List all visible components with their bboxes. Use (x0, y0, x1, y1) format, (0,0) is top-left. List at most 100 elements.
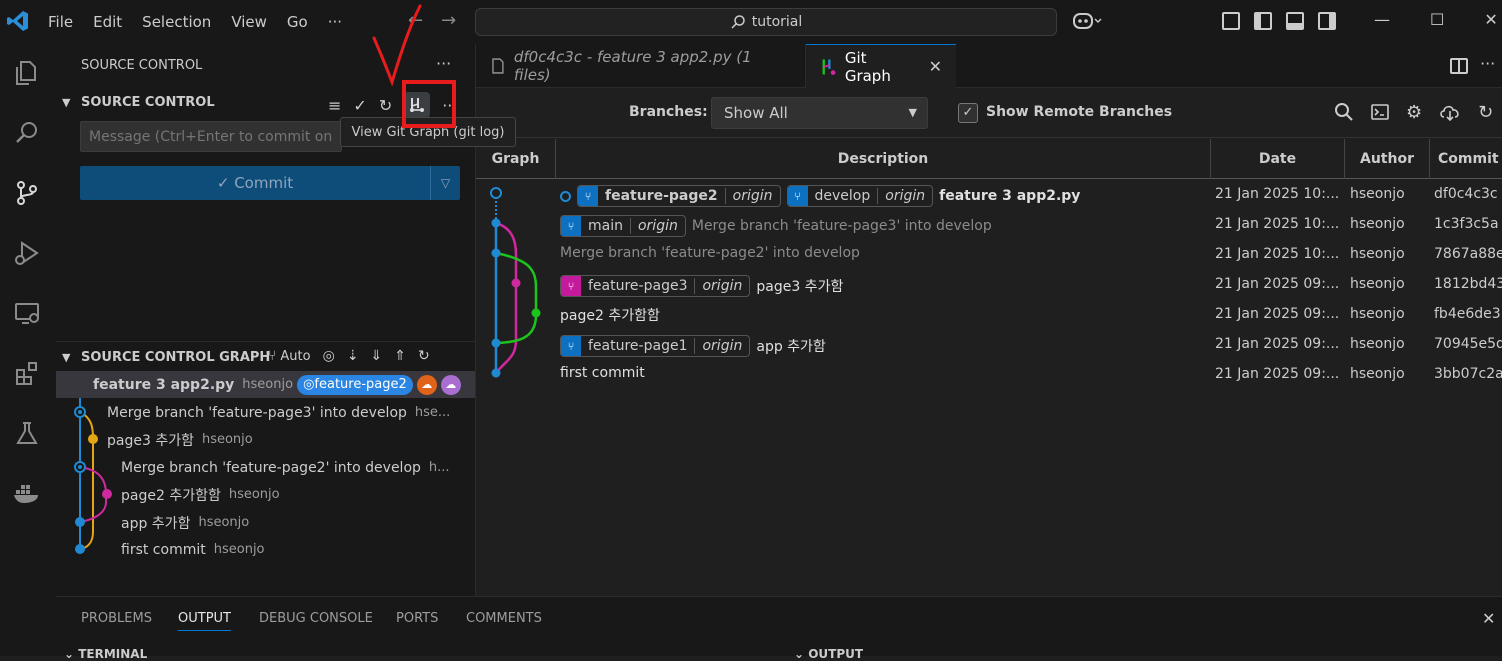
commit-author: hseonjo (1350, 276, 1405, 292)
branches-dropdown[interactable]: Show All ▼ (711, 97, 928, 129)
toggle-sidebar-icon[interactable] (1254, 12, 1272, 30)
show-remote-checkbox[interactable]: ✓ (958, 103, 978, 123)
close-tab-icon[interactable]: ✕ (929, 57, 942, 76)
branch-ref-badge[interactable]: ⑂ feature-page1 origin (560, 335, 751, 357)
copilot-icon[interactable] (1072, 11, 1102, 35)
command-center[interactable]: tutorial (475, 8, 1057, 36)
output-section-label: ⌄ OUTPUT (794, 647, 864, 661)
menu-view[interactable]: View (231, 13, 267, 31)
activity-bar (0, 44, 56, 656)
source-control-section-header[interactable]: ▼ SOURCE CONTROL (62, 91, 215, 113)
fetch-icon[interactable]: ⇣ (347, 348, 359, 364)
scg-commit-author: hseonjo (228, 487, 280, 502)
toggle-secondary-sidebar-icon[interactable] (1318, 12, 1336, 30)
tab-git-graph[interactable]: Git Graph ✕ (806, 44, 956, 88)
menu-edit[interactable]: Edit (93, 13, 122, 31)
tab-git-graph-label: Git Graph (844, 48, 891, 85)
menu-file[interactable]: File (48, 13, 73, 31)
scg-commit-row[interactable]: app 추가함 hseonjo (56, 509, 475, 536)
graph-refresh-icon[interactable]: ↻ (418, 348, 430, 364)
branch-ref-badge[interactable]: ⑂ feature-page2 origin (577, 185, 781, 207)
git-graph-row[interactable]: ⑂ main origin Merge branch 'feature-page3' … (476, 210, 1502, 240)
customize-layout-icon[interactable] (1222, 12, 1240, 30)
tab-commit-diff[interactable]: df0c4c3c - feature 3 app2.py (1 files) (476, 44, 806, 88)
testing-flask-icon[interactable] (10, 416, 44, 450)
branch-ref-badge[interactable]: ⑂ feature-page3 origin (560, 275, 751, 297)
commit-author: hseonjo (1350, 216, 1405, 232)
docker-icon[interactable] (10, 476, 44, 510)
panel-tab-ports[interactable]: PORTS (396, 611, 438, 626)
search-view-icon[interactable] (10, 116, 44, 150)
branch-ref-name: main (588, 218, 623, 234)
git-graph-row[interactable]: page2 추가함함 21 Jan 2025 09:... hseonjo fb4e6… (476, 300, 1502, 330)
col-commit[interactable]: Commit (1430, 139, 1502, 179)
git-graph-row[interactable]: ⑂ feature-page1 origin app 추가함 21 Jan 2025 0… (476, 330, 1502, 360)
scg-commit-author: hseonjo (201, 432, 253, 447)
commit-message: page3 추가함 (756, 279, 844, 295)
menu-selection[interactable]: Selection (142, 13, 211, 31)
panel-tab-comments[interactable]: COMMENTS (466, 611, 542, 626)
panel-tab-problems[interactable]: PROBLEMS (81, 611, 152, 626)
git-graph-row[interactable]: ⑂ feature-page3 origin page3 추가함 21 Jan 2025… (476, 270, 1502, 300)
col-description[interactable]: Description (556, 139, 1211, 179)
branch-ref-name: feature-page2 (605, 188, 718, 204)
source-control-icon[interactable] (10, 176, 44, 210)
toggle-panel-icon[interactable] (1286, 12, 1304, 30)
scg-commit-author: hseonjo (242, 377, 294, 392)
commit-message-input[interactable] (80, 121, 342, 152)
col-date[interactable]: Date (1211, 139, 1345, 179)
git-graph-tab-icon (822, 59, 836, 75)
forward-arrow-icon[interactable]: → (441, 10, 456, 31)
col-author[interactable]: Author (1345, 139, 1430, 179)
branch-ref-badge[interactable]: ⑂ develop origin (786, 185, 934, 207)
commit-hash: fb4e6de3 (1434, 306, 1501, 322)
refresh-graph-icon[interactable]: ↻ (1478, 102, 1493, 127)
scg-commit-message: feature 3 app2.py (93, 376, 235, 393)
remote-explorer-icon[interactable] (10, 296, 44, 330)
git-graph-row[interactable]: first commit 21 Jan 2025 09:... hseonjo 3bb… (476, 360, 1502, 390)
maximize-icon[interactable]: ☐ (1430, 10, 1444, 29)
panel-tab-output[interactable]: OUTPUT (178, 611, 231, 631)
settings-gear-icon[interactable]: ⚙ (1406, 102, 1422, 127)
find-icon[interactable] (1334, 102, 1354, 127)
go-to-current-icon[interactable]: ◎ (323, 348, 335, 364)
explorer-icon[interactable] (10, 56, 44, 90)
cloud-remote-icon: ☁ (440, 374, 461, 395)
view-as-list-icon[interactable]: ≡ (328, 96, 341, 115)
scg-commit-row[interactable]: Merge branch 'feature-page3' into develo… (56, 399, 475, 426)
branch-ref-badge[interactable]: ⑂ main origin (560, 215, 686, 237)
run-debug-icon[interactable] (10, 236, 44, 270)
scg-commit-author: hseonjo (198, 515, 250, 530)
source-control-graph-header[interactable]: ▼ SOURCE CONTROL GRAPH (62, 346, 270, 368)
row-description: first commit (560, 365, 645, 381)
terminal-icon[interactable] (1370, 102, 1390, 127)
close-panel-icon[interactable]: ✕ (1482, 609, 1495, 628)
branch-picker-icon[interactable]: ⑂ (268, 348, 276, 364)
minimize-icon[interactable]: — (1374, 10, 1390, 29)
scg-commit-row[interactable]: page2 추가함함 hseonjo (56, 481, 475, 508)
commit-button[interactable]: ✓ Commit ▽ (80, 166, 460, 200)
git-graph-row[interactable]: Merge branch 'feature-page2' into develo… (476, 240, 1502, 270)
split-editor-icon[interactable] (1450, 58, 1468, 74)
menu-more[interactable]: ··· (328, 13, 342, 31)
commit-dropdown-chevron-icon[interactable]: ▽ (430, 166, 460, 200)
git-graph-actions: ⚙ ↻ (1334, 102, 1493, 127)
sidebar-more-icon[interactable]: ··· (436, 54, 451, 73)
fetch-cloud-icon[interactable] (1438, 102, 1462, 127)
commit-check-icon[interactable]: ✓ (353, 96, 366, 115)
close-window-icon[interactable]: ✕ (1484, 10, 1497, 29)
menu-go[interactable]: Go (287, 13, 308, 31)
scg-commit-row[interactable]: page3 추가함 hseonjo (56, 426, 475, 453)
pull-icon[interactable]: ⇓ (371, 348, 383, 364)
editor-more-icon[interactable]: ··· (1480, 54, 1495, 73)
push-icon[interactable]: ⇑ (394, 348, 406, 364)
git-graph-row[interactable]: ⑂ feature-page2 origin ⑂ develop origin featur… (476, 180, 1502, 210)
panel-tab-debug-console[interactable]: DEBUG CONSOLE (259, 611, 373, 626)
graph-auto-label[interactable]: Auto (280, 349, 310, 364)
scg-commit-row[interactable]: feature 3 app2.py hseonjo ◎ feature-page… (56, 371, 475, 398)
scg-commit-row[interactable]: Merge branch 'feature-page2' into develo… (56, 454, 475, 481)
extensions-icon[interactable] (10, 356, 44, 390)
refresh-icon[interactable]: ↻ (379, 96, 392, 115)
scg-commit-row[interactable]: first commit hseonjo (56, 536, 475, 563)
menu-bar: File Edit Selection View Go ··· (48, 0, 362, 44)
